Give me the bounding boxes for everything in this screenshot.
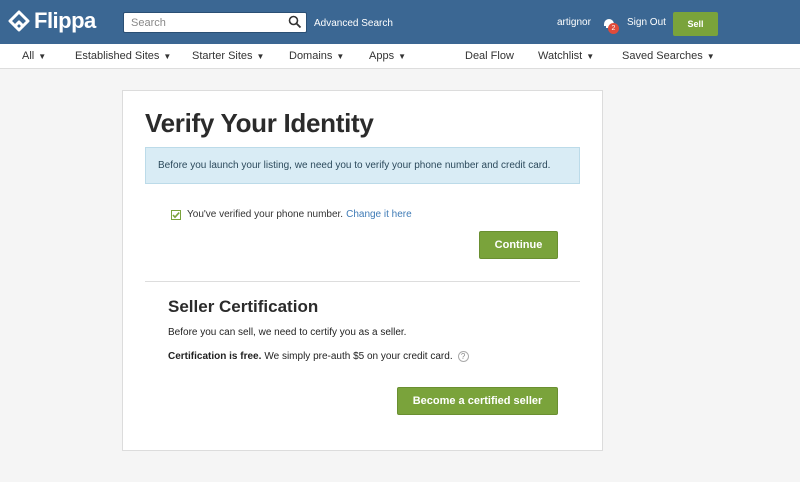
checkmark-icon [171,209,181,220]
sell-button[interactable]: Sell [673,12,718,36]
search-icon[interactable] [288,15,302,29]
caret-down-icon: ▼ [706,52,715,61]
continue-button[interactable]: Continue [479,231,558,259]
phone-verified-row: You've verified your phone number. Chang… [171,209,412,220]
seller-certification-heading: Seller Certification [168,297,319,316]
nav-label: Starter Sites [192,50,253,62]
caret-down-icon: ▼ [38,52,47,61]
search-input[interactable] [124,13,284,32]
caret-down-icon: ▼ [256,52,265,61]
verified-text: You've verified your phone number. [187,209,344,220]
nav-label: Saved Searches [622,50,703,62]
nav-item-starter-sites[interactable]: Starter Sites ▼ [192,50,264,62]
nav-label: Watchlist [538,50,583,62]
nav-label: All [22,50,35,62]
help-icon[interactable]: ? [457,351,469,362]
certification-free-text: Certification is free. [168,351,262,362]
certification-info: Certification is free. We simply pre-aut… [168,351,469,362]
nav-label: Apps [369,50,395,62]
change-phone-link[interactable]: Change it here [346,209,412,220]
flippa-logo[interactable]: Flippa [8,9,96,33]
category-nav: All ▼ Established Sites ▼ Starter Sites ▼ D… [0,44,800,69]
certification-description: Before you can sell, we need to certify … [168,327,407,338]
info-alert: Before you launch your listing, we need … [145,147,580,184]
notification-badge: 2 [608,23,619,34]
username-link[interactable]: artignor [557,17,591,28]
verify-identity-card: Verify Your Identity Before you launch y… [122,90,603,451]
nav-item-apps[interactable]: Apps ▼ [369,50,406,62]
advanced-search-link[interactable]: Advanced Search [314,18,393,29]
become-certified-seller-button[interactable]: Become a certified seller [397,387,558,415]
caret-down-icon: ▼ [163,52,172,61]
nav-label: Domains [289,50,333,62]
section-divider [145,281,580,282]
sign-out-link[interactable]: Sign Out [627,17,666,28]
nav-item-watchlist[interactable]: Watchlist ▼ [538,50,594,62]
caret-down-icon: ▼ [336,52,345,61]
caret-down-icon: ▼ [586,52,595,61]
nav-item-domains[interactable]: Domains ▼ [289,50,344,62]
nav-label: Deal Flow [465,50,514,62]
nav-item-deal-flow[interactable]: Deal Flow [465,50,514,62]
logo-text: Flippa [34,8,96,33]
nav-item-all[interactable]: All ▼ [22,50,46,62]
search-box [123,12,307,33]
nav-item-established-sites[interactable]: Established Sites ▼ [75,50,171,62]
caret-down-icon: ▼ [398,52,406,61]
alert-text: Before you launch your listing, we need … [158,160,551,171]
nav-item-saved-searches[interactable]: Saved Searches ▼ [622,50,715,62]
preauth-text: We simply pre-auth $5 on your credit car… [264,351,453,362]
nav-label: Established Sites [75,50,160,62]
top-header: Flippa Advanced Search artignor 2 Sign O… [0,0,800,44]
flippa-logo-icon [8,10,30,32]
page-title: Verify Your Identity [145,108,374,138]
